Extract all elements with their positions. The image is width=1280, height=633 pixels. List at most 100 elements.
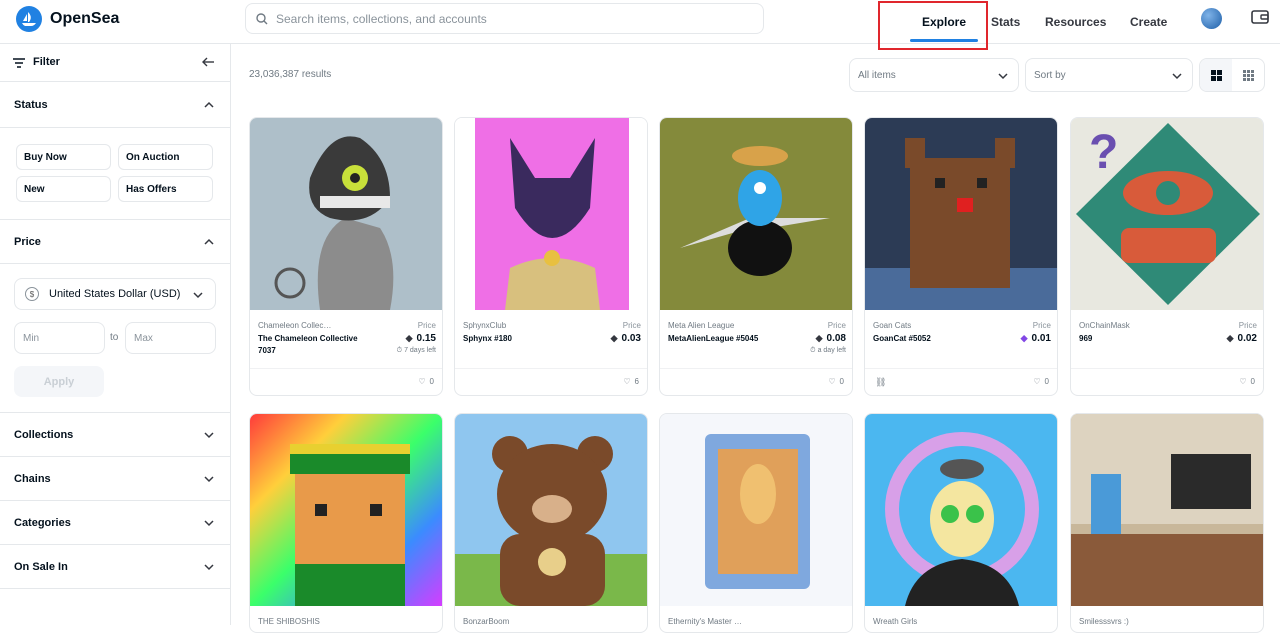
status-new-button[interactable]: New	[16, 176, 111, 202]
card-footer: ♡ 6	[455, 368, 647, 395]
search-input[interactable]	[276, 11, 746, 26]
status-buy-now-button[interactable]: Buy Now	[16, 144, 111, 170]
items-filter-select[interactable]: All items	[849, 58, 1019, 92]
card-footer: ⛓ ♡ 0	[865, 368, 1057, 395]
collection-name[interactable]: Chameleon Collec…	[258, 321, 331, 330]
card-footer: ♡ 0	[1071, 368, 1263, 395]
items-filter-value: All items	[858, 69, 896, 81]
time-left-text: a day left	[817, 347, 846, 354]
collection-name[interactable]: OnChainMask	[1079, 321, 1130, 330]
time-left: ⏱ 7 days left	[396, 347, 436, 354]
nft-image	[660, 118, 852, 310]
filter-sidebar: Filter Status Buy Now On Auction New Has…	[0, 44, 231, 625]
nft-card[interactable]: SphynxClub Sphynx #180 Price ◆ 0.03 ♡ 6	[454, 117, 648, 396]
price-label: Price	[417, 321, 436, 330]
small-grid-icon	[1242, 69, 1254, 81]
heart-icon: ♡	[1033, 377, 1041, 386]
nft-card[interactable]: ? OnChainMask 969 Price ◆ 0.02 ♡ 0	[1070, 117, 1264, 396]
collection-name[interactable]: Meta Alien League	[668, 321, 734, 330]
time-left-text: 7 days left	[404, 347, 436, 354]
nft-image	[1071, 414, 1263, 606]
chains-section-header[interactable]: Chains	[0, 457, 230, 501]
like-count: 0	[429, 377, 434, 386]
like-button[interactable]: ♡ 0	[1239, 377, 1255, 386]
like-button[interactable]: ♡ 0	[418, 377, 434, 386]
nft-card[interactable]: Smilesssvrs :)	[1070, 413, 1264, 633]
to-label: to	[110, 332, 119, 343]
status-title: Status	[14, 99, 48, 111]
currency-value: United States Dollar (USD)	[49, 288, 181, 300]
categories-title: Categories	[14, 517, 71, 529]
search-icon	[256, 12, 268, 24]
brand-name: OpenSea	[50, 10, 120, 27]
nav-create[interactable]: Create	[1130, 0, 1167, 44]
chevron-down-icon	[204, 432, 214, 439]
price-amount: 0.01	[1031, 333, 1051, 344]
nft-card[interactable]: Chameleon Collec… The Chameleon Collecti…	[249, 117, 443, 396]
eth-icon: ◆	[405, 333, 413, 343]
large-grid-view-button[interactable]	[1200, 59, 1232, 91]
collection-name[interactable]: Goan Cats	[873, 321, 911, 330]
categories-section-header[interactable]: Categories	[0, 501, 230, 545]
nft-name: The Chameleon Collective 7037	[258, 334, 358, 355]
card-footer: ♡ 0	[250, 368, 442, 395]
dollar-icon: $	[25, 287, 39, 301]
time-left: ⏱ a day left	[810, 347, 846, 354]
nav-stats[interactable]: Stats	[991, 0, 1020, 44]
chevron-up-icon	[204, 238, 214, 245]
max-price-input[interactable]: Max	[125, 322, 216, 354]
nav-resources[interactable]: Resources	[1045, 0, 1106, 44]
collapse-arrow-left-icon[interactable]	[202, 57, 214, 67]
nft-card[interactable]: Ethernity's Master …	[659, 413, 853, 633]
eth-icon: ◆	[1226, 333, 1234, 343]
currency-select[interactable]: $ United States Dollar (USD)	[14, 278, 216, 310]
like-count: 0	[1044, 377, 1049, 386]
chevron-down-icon	[1172, 73, 1182, 80]
price-amount: 0.08	[826, 333, 846, 344]
nft-card[interactable]: Wreath Girls	[864, 413, 1058, 633]
sort-by-select[interactable]: Sort by	[1025, 58, 1193, 92]
search-bar[interactable]	[245, 3, 764, 34]
logo[interactable]: OpenSea	[16, 6, 119, 32]
nft-card[interactable]: Goan Cats GoanCat #5052 Price ◆ 0.01 ⛓ ♡ 0	[864, 117, 1058, 396]
link-icon[interactable]: ⛓	[875, 377, 886, 388]
profile-avatar-icon[interactable]	[1201, 8, 1222, 29]
svg-text:?: ?	[1089, 126, 1118, 179]
on-sale-in-section-header[interactable]: On Sale In	[0, 545, 230, 589]
like-button[interactable]: ♡ 6	[623, 377, 639, 386]
collections-section-header[interactable]: Collections	[0, 413, 230, 457]
heart-icon: ♡	[828, 377, 836, 386]
price-section-header[interactable]: Price	[0, 220, 230, 264]
price-value: ◆ 0.03	[611, 333, 641, 344]
results-count: 23,036,387 results	[249, 69, 332, 80]
view-toggle	[1199, 58, 1265, 92]
like-button[interactable]: ♡ 0	[828, 377, 844, 386]
top-bar: OpenSea Explore Stats Resources Create	[0, 0, 1280, 50]
status-has-offers-button[interactable]: Has Offers	[118, 176, 213, 202]
status-section-header[interactable]: Status	[0, 82, 230, 128]
price-value: ◆ 0.08	[816, 333, 846, 344]
large-grid-icon	[1210, 69, 1222, 81]
min-price-input[interactable]: Min	[14, 322, 105, 354]
price-value: ◆ 0.02	[1227, 333, 1257, 344]
price-label: Price	[1238, 321, 1257, 330]
small-grid-view-button[interactable]	[1232, 59, 1264, 91]
price-amount: 0.15	[416, 333, 436, 344]
price-title: Price	[14, 236, 41, 248]
chevron-up-icon	[204, 101, 214, 108]
nft-card[interactable]: THE SHIBOSHIS	[249, 413, 443, 633]
like-count: 6	[634, 377, 639, 386]
wallet-icon[interactable]	[1251, 9, 1269, 25]
filter-icon	[13, 58, 25, 68]
nft-image	[250, 118, 442, 310]
nft-card[interactable]: BonzarBoom	[454, 413, 648, 633]
nav-explore[interactable]: Explore	[910, 0, 978, 44]
sort-by-value: Sort by	[1034, 69, 1066, 81]
nft-card[interactable]: Meta Alien League MetaAlienLeague #5045 …	[659, 117, 853, 396]
price-value: ◆ 0.15	[406, 333, 436, 344]
collection-name[interactable]: SphynxClub	[463, 321, 506, 330]
like-button[interactable]: ♡ 0	[1033, 377, 1049, 386]
price-amount: 0.03	[621, 333, 641, 344]
status-on-auction-button[interactable]: On Auction	[118, 144, 213, 170]
nft-image	[865, 414, 1057, 606]
